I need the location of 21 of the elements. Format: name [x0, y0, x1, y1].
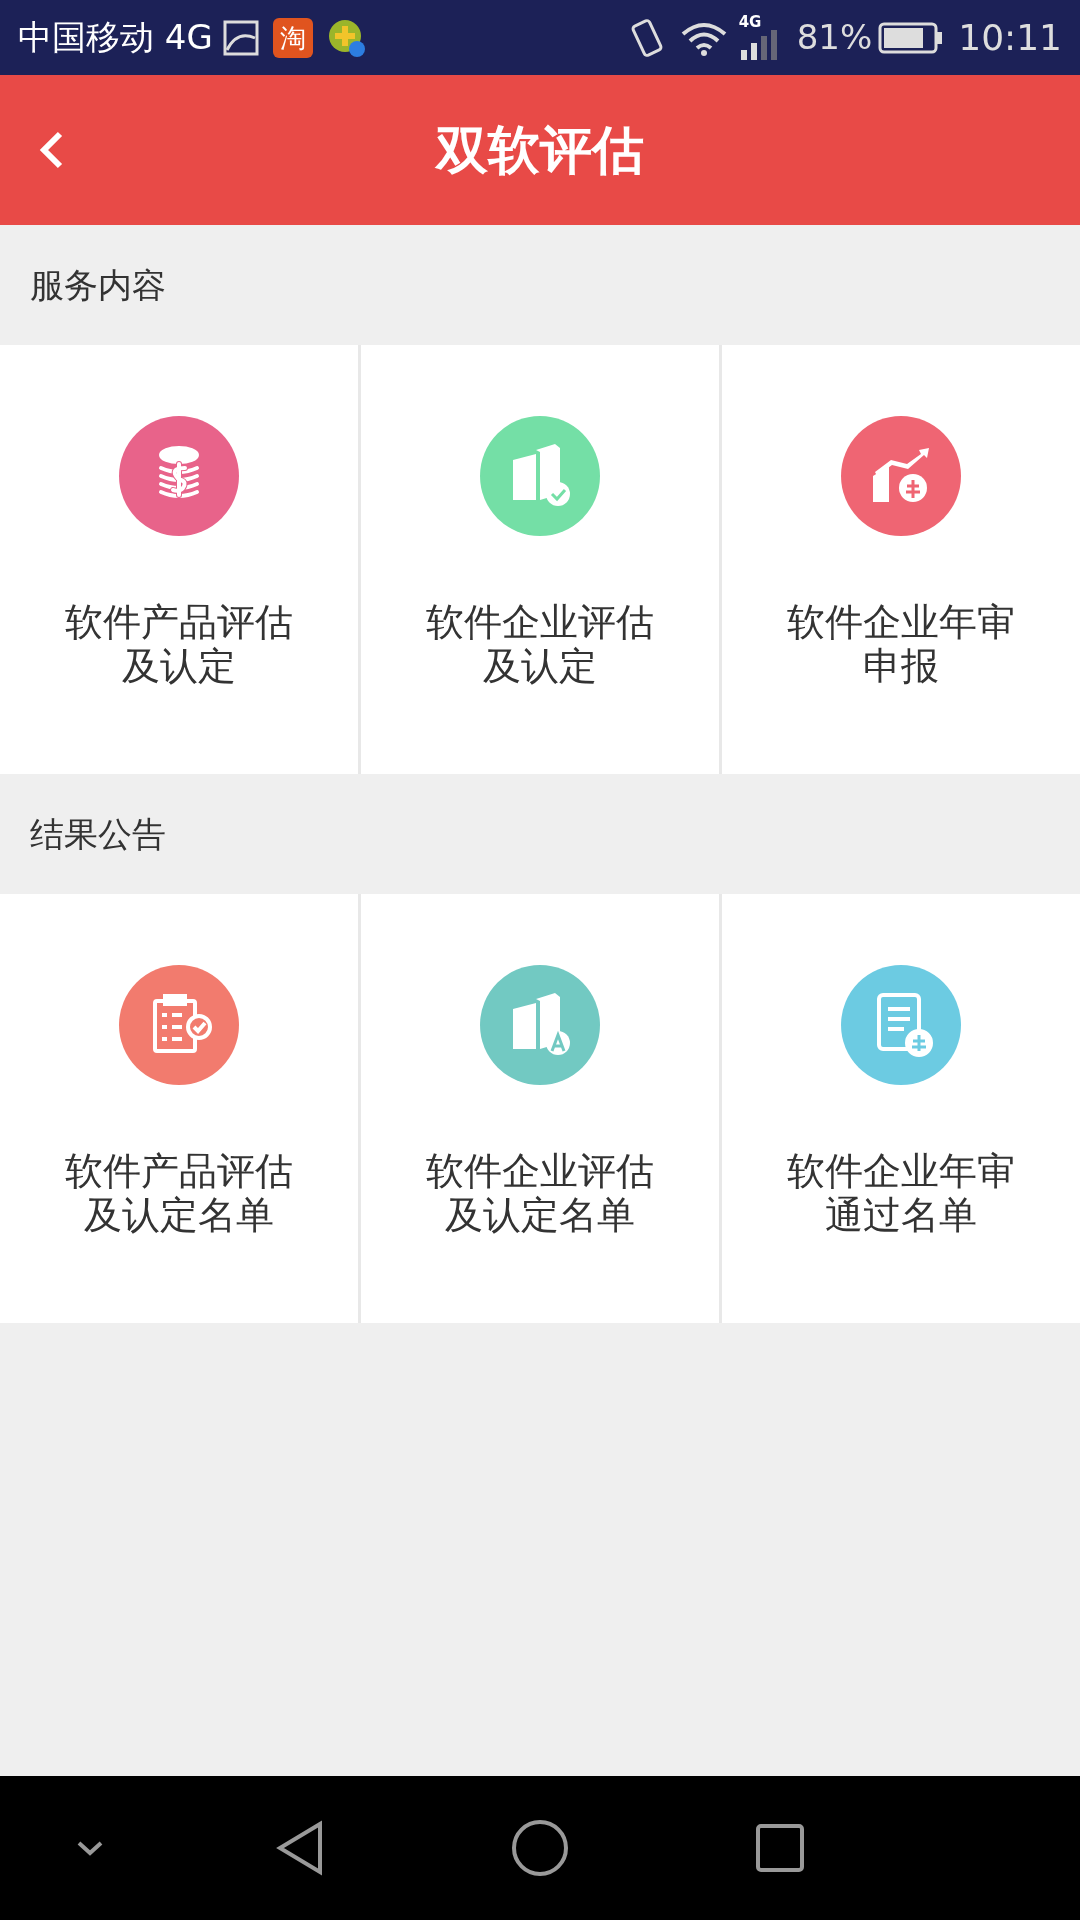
service-tile[interactable]: 软件产品评估 及认定 [0, 345, 358, 774]
service-tile[interactable]: 软件企业年审 通过名单 [722, 894, 1080, 1323]
section-title: 结果公告 [30, 812, 166, 856]
page-title: 双软评估 [436, 119, 644, 182]
service-tile[interactable]: 软件企业评估 及认定名单 [361, 894, 719, 1323]
gallery-icon [222, 19, 259, 56]
battery-icon [878, 21, 945, 54]
app-icon [326, 17, 367, 58]
section-title: 服务内容 [30, 263, 166, 307]
service-tile[interactable]: 软件企业年审 申报 [722, 345, 1080, 774]
carrier-text: 中国移动 4G [18, 16, 213, 59]
app-badge: 淘 [272, 17, 313, 58]
network-text: 4G [738, 15, 762, 30]
home-icon[interactable] [511, 1819, 569, 1877]
service-tile[interactable]: 软件企业评估 及认定 [361, 345, 719, 774]
battery-text: 81% [796, 16, 873, 59]
back-nav-icon[interactable] [275, 1820, 325, 1876]
time-text: 10:11 [958, 15, 1062, 60]
chevron-down-icon[interactable] [76, 1840, 104, 1856]
recents-icon[interactable] [755, 1823, 805, 1873]
service-tile[interactable]: 软件产品评估 及认定名单 [0, 894, 358, 1323]
